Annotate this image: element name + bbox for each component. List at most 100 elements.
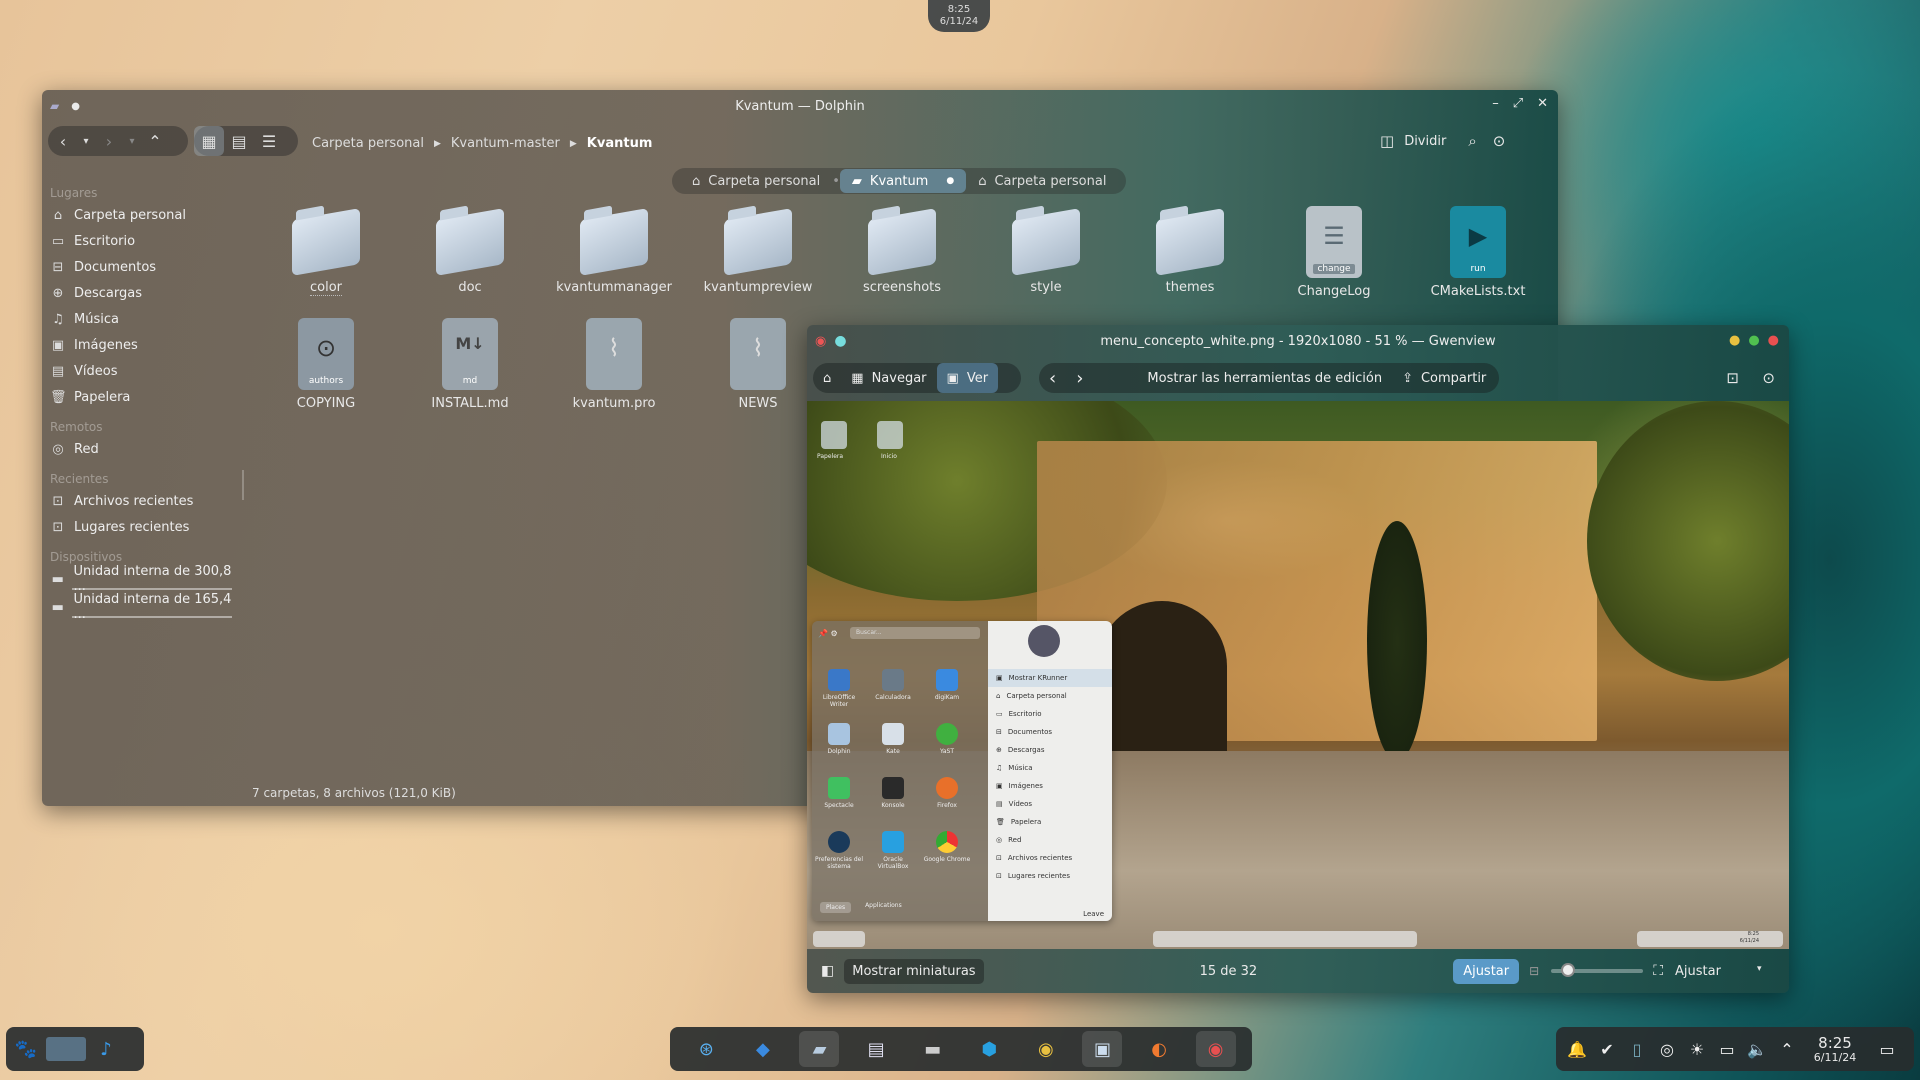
fill-icon[interactable]: ⊟	[1529, 964, 1539, 978]
file-item[interactable]: ⊙ authors COPYING	[264, 318, 388, 411]
preview-menu-item: ▣ Imágenes	[996, 782, 1043, 790]
forward-history-chevron-icon[interactable]: ▾	[124, 126, 140, 156]
breadcrumb-current[interactable]: Kvantum	[587, 136, 653, 151]
menu-icon[interactable]: ⊙	[1493, 132, 1506, 150]
pager-icon[interactable]	[46, 1031, 86, 1067]
sidebar-item-recent-files[interactable]: ⊡ Archivos recientes	[42, 488, 242, 514]
forward-icon[interactable]: ›	[94, 126, 124, 156]
tab-home-2[interactable]: ⌂ Carpeta personal	[966, 169, 1118, 193]
preview-app: LibreOffice Writer	[814, 669, 864, 708]
split-icon[interactable]: ◫	[1380, 132, 1394, 150]
fit-button[interactable]: Ajustar	[1453, 958, 1520, 984]
breadcrumb-kvantum-master[interactable]: Kvantum-master	[451, 136, 560, 151]
close-icon[interactable]: ✕	[1537, 96, 1548, 111]
back-history-chevron-icon[interactable]: ▾	[78, 126, 94, 156]
close-icon[interactable]: ●	[1768, 333, 1779, 348]
sidebar-item-downloads[interactable]: ⊕ Descargas	[42, 280, 242, 306]
music-app-icon[interactable]: ♪	[86, 1031, 126, 1067]
maximize-icon[interactable]: ●	[1748, 333, 1759, 348]
file-item[interactable]: ⌇ kvantum.pro	[552, 318, 676, 411]
zoom-select[interactable]: Ajustar ▾	[1675, 964, 1761, 979]
back-icon[interactable]: ‹	[48, 126, 78, 156]
view-button[interactable]: ▣ Ver	[936, 363, 999, 393]
file-item[interactable]: color	[264, 206, 388, 296]
maximize-icon[interactable]: ⤢	[1513, 96, 1523, 111]
share-button[interactable]: ⇪ Compartir	[1392, 363, 1496, 393]
sidebar-item-trash[interactable]: 🗑 Papelera	[42, 384, 242, 410]
file-item[interactable]: ▶ run CMakeLists.txt	[1416, 206, 1540, 299]
sidebar-item-network[interactable]: ◎ Red	[42, 436, 242, 462]
firefox-icon[interactable]: ◐	[1139, 1031, 1179, 1067]
konsole-icon[interactable]: ▬	[913, 1031, 953, 1067]
file-item[interactable]: style	[984, 206, 1108, 295]
show-desktop-icon[interactable]: ▭	[1872, 1040, 1902, 1059]
virtualbox-icon[interactable]: ⬢	[969, 1031, 1009, 1067]
file-item[interactable]: kvantummanager	[552, 206, 676, 295]
tab-kvantum[interactable]: ▰ Kvantum ●	[839, 169, 967, 193]
file-item[interactable]: ⌇ NEWS	[696, 318, 820, 411]
zoom-slider[interactable]	[1551, 963, 1644, 977]
file-item[interactable]: ☰ change ChangeLog	[1272, 206, 1396, 299]
minimize-icon[interactable]: ●	[1729, 333, 1740, 348]
system-settings-icon[interactable]: ⊛	[686, 1031, 726, 1067]
file-item[interactable]: themes	[1128, 206, 1252, 295]
sidebar-item-videos[interactable]: ▤ Vídeos	[42, 358, 242, 384]
split-button[interactable]: Dividir	[1404, 134, 1446, 149]
show-thumbnails-button[interactable]: Mostrar miniaturas	[844, 958, 984, 984]
edit-tools-button[interactable]: Mostrar las herramientas de edición	[1137, 363, 1392, 393]
compact-view-icon[interactable]: ▤	[224, 126, 254, 156]
dolphin-icon[interactable]: ▰	[799, 1031, 840, 1067]
breadcrumb-home[interactable]: Carpeta personal	[312, 136, 424, 151]
preview-menu-item: ♫ Música	[996, 764, 1033, 772]
fullscreen-icon[interactable]: ⊡	[1726, 369, 1739, 387]
sidebar-item-images[interactable]: ▣ Imágenes	[42, 332, 242, 358]
home-icon[interactable]: ⌂	[813, 363, 841, 393]
volume-icon[interactable]: 🔈	[1742, 1040, 1772, 1059]
top-clock-widget[interactable]: 8:25 6/11/24	[928, 0, 990, 32]
digital-clock[interactable]: 8:25 6/11/24	[1808, 1035, 1862, 1064]
chrome-icon[interactable]: ◉	[1026, 1031, 1066, 1067]
tab-close-dot-icon[interactable]: ●	[946, 176, 954, 186]
app-launcher-icon[interactable]: 🐾	[6, 1031, 46, 1067]
sidebar-item-recent-places[interactable]: ⊡ Lugares recientes	[42, 514, 242, 540]
sidebar-toggle-icon[interactable]: ◧	[821, 963, 834, 979]
clipboard-icon[interactable]: ▯	[1622, 1040, 1652, 1059]
spectacle-icon[interactable]: ◉	[1195, 1031, 1236, 1067]
gwenview-icon[interactable]: ▣	[1082, 1031, 1123, 1067]
zoom-fit-icon[interactable]: ⛶	[1653, 963, 1663, 979]
file-item[interactable]: doc	[408, 206, 532, 295]
kate-icon[interactable]: ▤	[856, 1031, 896, 1067]
minimize-icon[interactable]: –	[1492, 96, 1499, 111]
search-icon[interactable]: ⌕	[1468, 132, 1476, 150]
file-item[interactable]: M↓ md INSTALL.md	[408, 318, 532, 411]
panel-splitter[interactable]	[242, 470, 244, 500]
preview-search-field: Buscar...	[850, 627, 980, 639]
sidebar-item-home[interactable]: ⌂ Carpeta personal	[42, 202, 242, 228]
file-item[interactable]: kvantumpreview	[696, 206, 820, 295]
tab-home[interactable]: ⌂ Carpeta personal	[680, 169, 832, 193]
icons-view-icon[interactable]: ▦	[194, 126, 224, 156]
image-viewer[interactable]: Papelera Inicio 📌 ⚙ Buscar... LibreOffic…	[807, 401, 1789, 949]
menu-icon[interactable]: ⊙	[1762, 369, 1775, 387]
network-icon[interactable]: ◎	[1652, 1040, 1682, 1059]
network-icon: ◎	[52, 441, 64, 457]
up-icon[interactable]: ⌃	[140, 126, 170, 156]
file-item[interactable]: screenshots	[840, 206, 964, 295]
next-icon[interactable]: ›	[1066, 363, 1093, 393]
sidebar-item-documents[interactable]: ⊟ Documentos	[42, 254, 242, 280]
display-icon[interactable]: ▭	[1712, 1040, 1742, 1059]
gwenview-window[interactable]: ◉ ● menu_concepto_white.png - 1920x1080 …	[807, 325, 1789, 993]
notifications-icon[interactable]: 🔔	[1562, 1040, 1592, 1059]
brightness-icon[interactable]: ☀	[1682, 1040, 1712, 1059]
discover-icon[interactable]: ◆	[743, 1031, 783, 1067]
sidebar-item-desktop[interactable]: ▭ Escritorio	[42, 228, 242, 254]
tray-expand-icon[interactable]: ⌃	[1772, 1040, 1802, 1059]
browse-button[interactable]: ▦ Navegar	[841, 363, 936, 393]
previous-icon[interactable]: ‹	[1039, 363, 1066, 393]
sidebar-item-music[interactable]: ♫ Música	[42, 306, 242, 332]
updates-check-icon[interactable]: ✔	[1592, 1040, 1622, 1059]
zoom-slider-handle[interactable]	[1560, 963, 1575, 977]
attachment-file-icon: ⌇	[586, 318, 642, 390]
photo-cypress	[1367, 521, 1427, 761]
details-view-icon[interactable]: ☰	[254, 126, 284, 156]
